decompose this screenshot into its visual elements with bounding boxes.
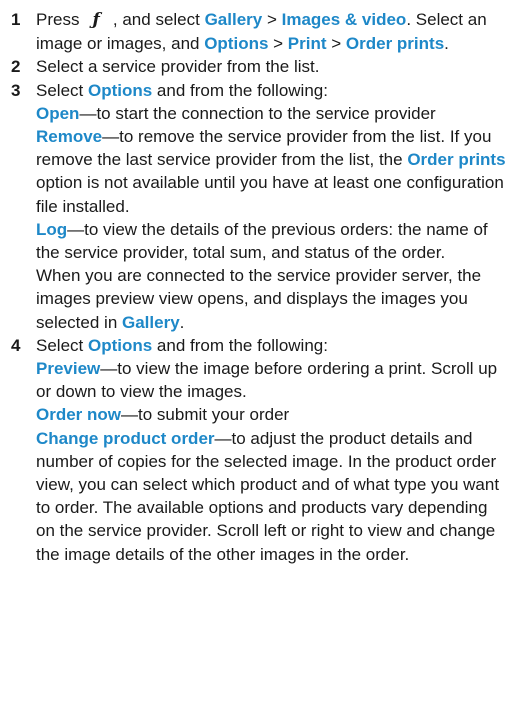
images-video-label: Images & video bbox=[281, 10, 407, 29]
step-number: 2 bbox=[11, 57, 21, 77]
option-open: Open—to start the connection to the serv… bbox=[36, 103, 436, 123]
connection-note: When you are connected to the service pr… bbox=[36, 266, 482, 332]
step-2: 2 Select a service provider from the lis… bbox=[0, 55, 507, 78]
print-label: Print bbox=[287, 34, 327, 54]
order-prints-label: Order prints bbox=[407, 150, 506, 170]
order-now-label: Order now bbox=[36, 405, 122, 425]
options-label: Options bbox=[87, 335, 153, 355]
step-number: 1 bbox=[11, 10, 21, 29]
change-product-order-label: Change product order bbox=[36, 428, 215, 448]
option-remove: Remove—to remove the service provider fr… bbox=[36, 127, 506, 216]
step-4: 4 Select Options and from the following:… bbox=[0, 334, 507, 566]
options-label: Options bbox=[87, 80, 153, 100]
step-number: 3 bbox=[11, 80, 21, 100]
step-2-text: Select a service provider from the list. bbox=[36, 57, 320, 77]
menu-key-icon: ƒ bbox=[92, 10, 100, 30]
option-preview: Preview—to view the image before orderin… bbox=[36, 359, 498, 402]
options-label: Options bbox=[204, 34, 269, 54]
step-3: 3 Select Options and from the following:… bbox=[0, 79, 507, 334]
instruction-page: 1 Press ƒ , and select Gallery > Images … bbox=[0, 0, 515, 566]
option-log: Log—to view the details of the previous … bbox=[36, 219, 488, 263]
open-label: Open bbox=[36, 103, 80, 123]
option-order-now: Order now—to submit your order bbox=[36, 405, 290, 425]
gallery-label: Gallery bbox=[122, 312, 180, 332]
step-4-intro: Select Options and from the following: bbox=[36, 335, 328, 355]
step-number: 4 bbox=[11, 335, 21, 355]
step-3-intro: Select Options and from the following: bbox=[36, 80, 328, 100]
order-prints-label: Order prints bbox=[345, 34, 445, 54]
step-1: 1 Press ƒ , and select Gallery > Images … bbox=[0, 8, 507, 55]
remove-label: Remove bbox=[36, 127, 103, 147]
option-change-product-order: Change product order—to adjust the produ… bbox=[36, 428, 500, 564]
step-1-text: Press ƒ , and select Gallery > Images & … bbox=[36, 10, 487, 54]
log-label: Log bbox=[36, 219, 68, 239]
gallery-label: Gallery bbox=[204, 10, 263, 29]
preview-label: Preview bbox=[36, 359, 101, 379]
